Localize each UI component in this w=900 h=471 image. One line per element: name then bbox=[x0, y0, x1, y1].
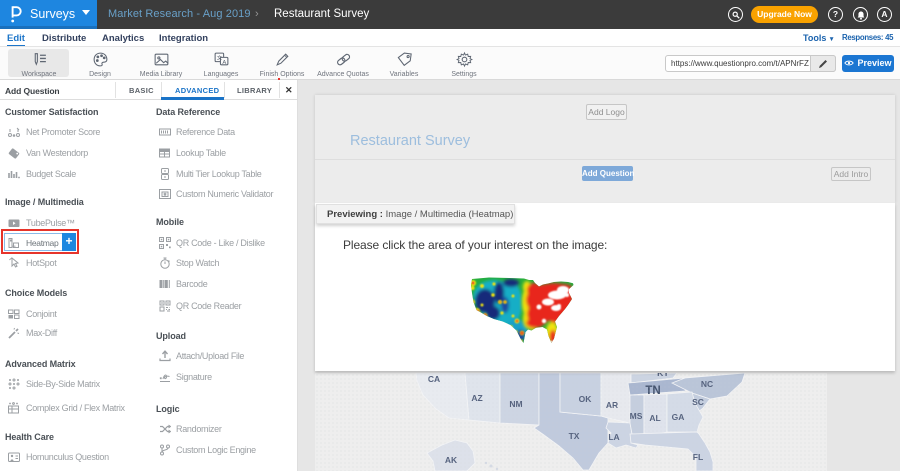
svg-text:A: A bbox=[222, 60, 226, 66]
